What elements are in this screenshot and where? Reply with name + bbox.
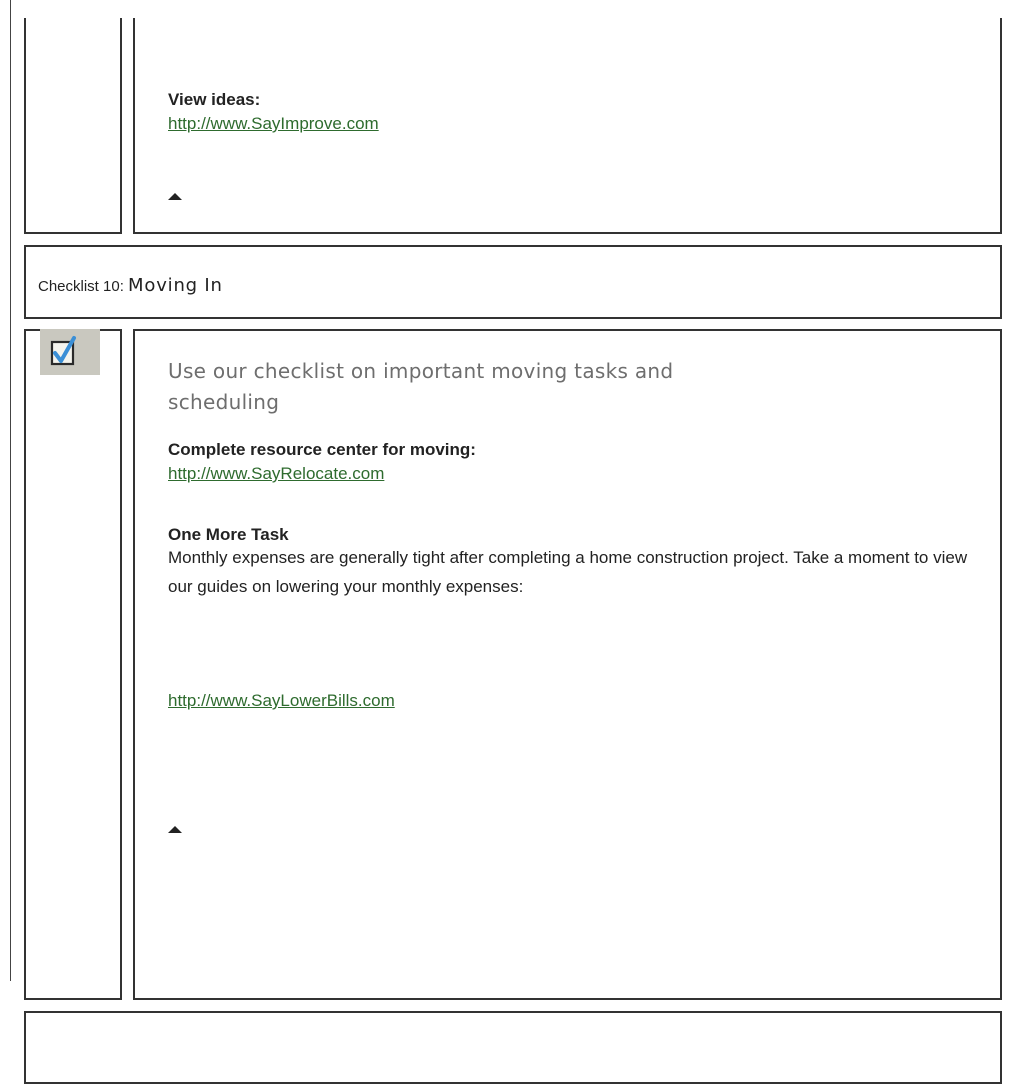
checklist-lead-text: Use our checklist on important moving ta… bbox=[168, 359, 674, 414]
page-left-rule bbox=[10, 0, 11, 981]
checklist-name: Moving In bbox=[128, 275, 223, 296]
one-more-task-heading: One More Task bbox=[168, 525, 289, 544]
checked-checkbox-icon bbox=[40, 329, 100, 375]
main-left-cell bbox=[24, 329, 122, 1000]
up-arrow-icon[interactable] bbox=[168, 826, 182, 833]
sayrelocate-link[interactable]: http://www.SayRelocate.com bbox=[168, 464, 384, 484]
resource-heading: Complete resource center for moving: bbox=[168, 440, 476, 459]
up-arrow-icon[interactable] bbox=[168, 193, 182, 200]
view-ideas-heading: View ideas: bbox=[168, 90, 261, 109]
saylowerbills-link[interactable]: http://www.SayLowerBills.com bbox=[168, 691, 395, 711]
top-left-cell bbox=[24, 18, 122, 234]
task-description: Monthly expenses are generally tight aft… bbox=[168, 548, 968, 596]
main-content-cell: Use our checklist on important moving ta… bbox=[133, 329, 1002, 1000]
bottom-empty-row bbox=[24, 1011, 1002, 1084]
top-content-cell: View ideas: http://www.SayImprove.com bbox=[133, 18, 1002, 234]
checklist-prefix: Checklist 10: bbox=[38, 278, 129, 295]
sayimprove-link[interactable]: http://www.SayImprove.com bbox=[168, 114, 379, 134]
checklist-title-row: Checklist 10: Moving In bbox=[24, 245, 1002, 319]
checklist-title: Checklist 10: Moving In bbox=[38, 275, 223, 296]
